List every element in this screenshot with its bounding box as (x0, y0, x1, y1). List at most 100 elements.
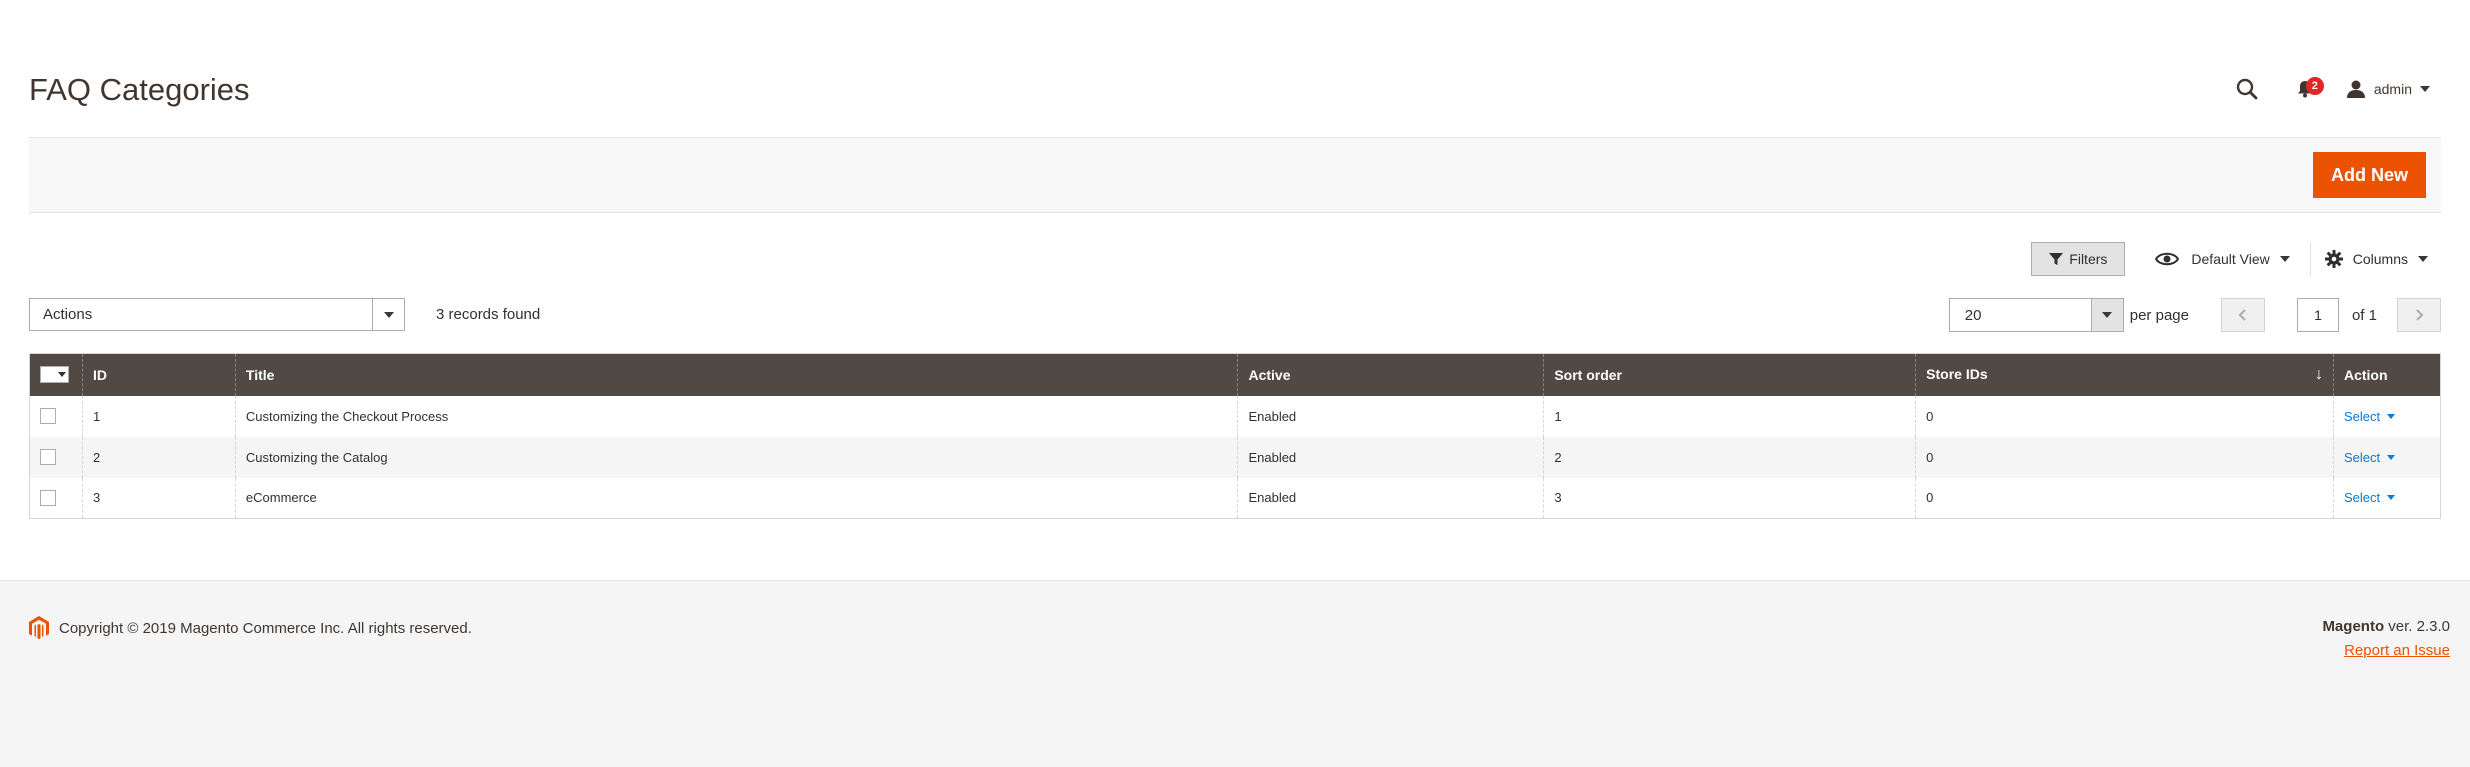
row-checkbox-cell (29, 477, 83, 519)
total-pages-label: of 1 (2351, 306, 2377, 324)
cell-title: Customizing the Catalog (234, 436, 1238, 478)
mass-actions-toggle[interactable] (372, 299, 404, 330)
column-header-title[interactable]: Title (234, 353, 1238, 396)
search-icon (2236, 78, 2258, 100)
table-header-row: ID Title Active Sort order Store IDs ↓ A… (29, 353, 2441, 396)
mass-select-header[interactable] (29, 353, 83, 396)
magento-logo-icon (29, 616, 49, 640)
row-action-select[interactable]: Select (2343, 490, 2396, 506)
filter-icon (2049, 253, 2064, 265)
chevron-left-icon (2238, 309, 2246, 321)
column-header-id[interactable]: ID (81, 353, 236, 396)
column-header-action: Action (2332, 353, 2441, 396)
notifications-count-badge: 2 (2305, 77, 2324, 95)
brand-name: Magento (2322, 618, 2385, 635)
grid-toolbar-bottom: Actions 3 records found 20 per page 1 of… (29, 298, 2441, 332)
per-page-select[interactable]: 20 (1948, 298, 2124, 332)
add-new-button[interactable]: Add New (2312, 152, 2426, 198)
previous-page-button[interactable] (2220, 298, 2265, 332)
row-checkbox[interactable] (40, 490, 56, 507)
cell-action: Select (2332, 395, 2441, 437)
row-checkbox-cell (29, 436, 83, 478)
current-page-input[interactable]: 1 (2296, 298, 2339, 332)
store-ids-header-label: Store IDs (1926, 365, 1988, 382)
eye-icon (2155, 252, 2180, 266)
chevron-down-icon (2420, 86, 2430, 92)
grid-toolbar-top: Filters Default View Columns (2031, 242, 2428, 276)
cell-title: Customizing the Checkout Process (234, 395, 1238, 437)
chevron-down-icon (2279, 256, 2290, 262)
cell-store-ids: 0 (1915, 395, 2334, 437)
row-action-label: Select (2343, 490, 2381, 506)
copyright: Copyright © 2019 Magento Commerce Inc. A… (29, 616, 472, 640)
page-actions-bar: Add New (29, 137, 2441, 213)
page-title: FAQ Categories (29, 72, 250, 107)
table-row: 1 Customizing the Checkout Process Enabl… (29, 395, 2441, 437)
report-issue-link[interactable]: Report an Issue (2344, 642, 2450, 659)
columns-control[interactable]: Columns (2324, 242, 2428, 276)
page-footer: Copyright © 2019 Magento Commerce Inc. A… (0, 580, 2470, 767)
mass-actions-select[interactable]: Actions (29, 298, 405, 331)
copyright-text: Copyright © 2019 Magento Commerce Inc. A… (59, 619, 472, 637)
chevron-down-icon (383, 311, 394, 318)
row-checkbox-cell (29, 395, 83, 437)
cell-active: Enabled (1237, 395, 1544, 437)
sort-arrow-icon: ↓ (2314, 365, 2323, 383)
chevron-down-icon (2387, 413, 2396, 419)
view-label: Default View (2191, 251, 2270, 267)
column-header-store-ids[interactable]: Store IDs ↓ (1915, 353, 2334, 396)
filters-button[interactable]: Filters (2031, 242, 2126, 276)
user-account-menu[interactable]: admin (2346, 79, 2430, 99)
version-text: ver. 2.3.0 (2388, 618, 2450, 635)
chevron-right-icon (2416, 309, 2424, 321)
mass-select-checkbox[interactable] (40, 366, 69, 383)
cell-store-ids: 0 (1915, 477, 2334, 519)
table-row: 3 eCommerce Enabled 3 0 Select (29, 477, 2441, 519)
user-name: admin (2373, 81, 2412, 97)
chevron-down-icon (2418, 256, 2428, 262)
next-page-button[interactable] (2397, 298, 2441, 332)
column-header-sort-order[interactable]: Sort order (1543, 353, 1916, 396)
column-header-active[interactable]: Active (1237, 353, 1544, 396)
row-checkbox[interactable] (40, 449, 56, 466)
records-found: 3 records found (436, 306, 541, 323)
faq-categories-grid: ID Title Active Sort order Store IDs ↓ A… (29, 353, 2441, 519)
cell-action: Select (2332, 477, 2441, 519)
columns-label: Columns (2352, 251, 2408, 267)
cell-action: Select (2332, 436, 2441, 478)
pager: 20 per page 1 of 1 (1948, 298, 2441, 332)
notifications-button[interactable]: 2 (2288, 72, 2324, 106)
global-search-button[interactable] (2230, 72, 2264, 106)
version-info: Magento ver. 2.3.0 (2322, 618, 2450, 635)
chevron-down-icon (2102, 312, 2113, 318)
page-header: FAQ Categories 2 admin (0, 0, 2470, 137)
per-page-label: per page (2129, 306, 2189, 324)
cell-active: Enabled (1237, 436, 1544, 478)
cell-id: 1 (81, 395, 236, 437)
gear-icon (2324, 250, 2343, 268)
per-page-toggle[interactable] (2090, 299, 2123, 331)
cell-active: Enabled (1237, 477, 1544, 519)
toolbar-divider (2309, 242, 2311, 276)
chevron-down-icon (2387, 495, 2396, 501)
chevron-down-icon (58, 372, 66, 377)
row-action-label: Select (2343, 408, 2381, 424)
view-switcher[interactable]: Default View (2155, 242, 2290, 276)
cell-sort-order: 3 (1543, 477, 1916, 519)
chevron-down-icon (2387, 454, 2396, 460)
cell-id: 3 (81, 477, 236, 519)
user-icon (2346, 80, 2365, 98)
row-checkbox[interactable] (40, 408, 56, 425)
row-action-label: Select (2343, 449, 2381, 465)
per-page-value: 20 (1964, 306, 1982, 324)
table-row: 2 Customizing the Catalog Enabled 2 0 Se… (29, 436, 2441, 478)
mass-actions-label: Actions (43, 306, 93, 323)
row-action-select[interactable]: Select (2343, 408, 2396, 424)
row-action-select[interactable]: Select (2343, 449, 2396, 465)
cell-sort-order: 2 (1543, 436, 1916, 478)
header-actions: 2 admin (2230, 72, 2430, 106)
cell-sort-order: 1 (1543, 395, 1916, 437)
cell-title: eCommerce (234, 477, 1238, 519)
cell-store-ids: 0 (1915, 436, 2334, 478)
filters-label: Filters (2069, 251, 2108, 267)
